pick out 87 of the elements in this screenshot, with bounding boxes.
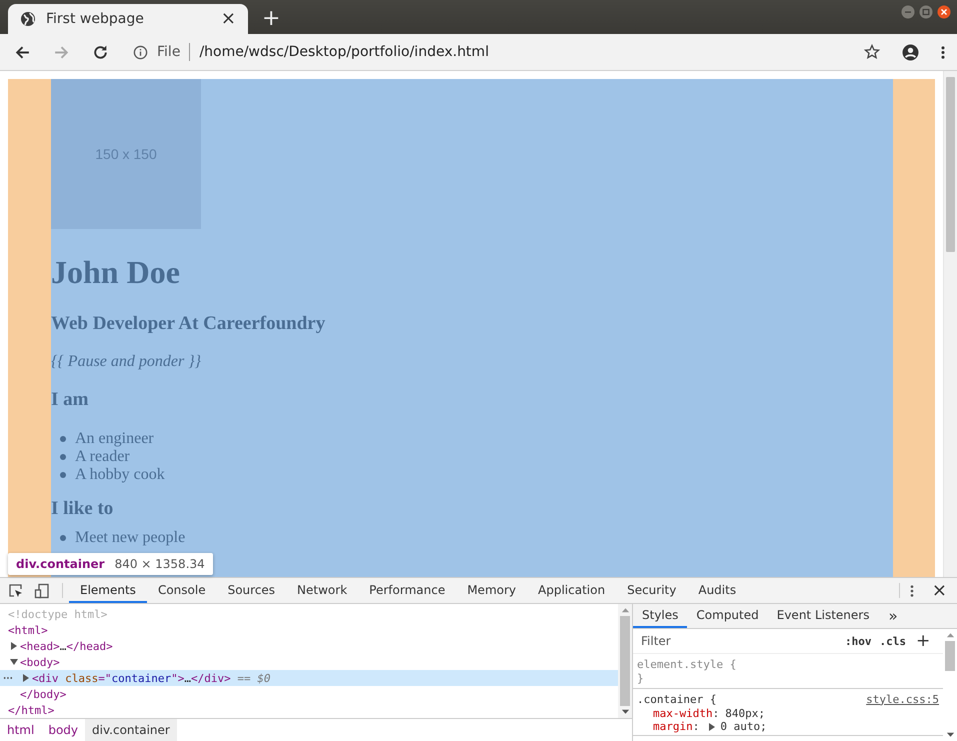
css-colon: : bbox=[692, 720, 700, 733]
back-arrow-icon[interactable] bbox=[14, 44, 31, 60]
closing-brace: } bbox=[637, 672, 645, 686]
dom-node-text: <head>…</head> bbox=[20, 640, 113, 652]
browser-tab[interactable]: First webpage × bbox=[8, 4, 248, 34]
list-item: Meet new people bbox=[75, 529, 186, 547]
styles-tab[interactable]: Styles bbox=[633, 604, 688, 628]
devtools-close-button[interactable]: × bbox=[932, 578, 947, 603]
dom-node-text: <body> bbox=[20, 656, 60, 668]
devtools-tab[interactable]: Memory bbox=[456, 578, 528, 603]
new-tab-button[interactable]: + bbox=[262, 8, 280, 30]
dom-node-text: </body> bbox=[20, 688, 66, 700]
css-colon: : bbox=[712, 707, 720, 720]
tab-title: First webpage bbox=[46, 11, 145, 27]
breadcrumb[interactable]: div.container bbox=[85, 719, 177, 741]
css-selector: .container { bbox=[637, 692, 718, 706]
class-button[interactable]: .cls bbox=[880, 634, 906, 648]
scrollbar-thumb[interactable] bbox=[620, 616, 630, 706]
dom-node[interactable]: </body> bbox=[0, 686, 618, 702]
more-tabs-button[interactable]: » bbox=[878, 604, 908, 628]
scrollbar[interactable] bbox=[943, 71, 957, 577]
styles-tab[interactable]: Computed bbox=[687, 604, 768, 628]
list-item: A reader bbox=[75, 448, 130, 466]
list-item: A hobby cook bbox=[75, 466, 165, 484]
scrollbar-thumb[interactable] bbox=[945, 641, 955, 671]
scroll-up-icon[interactable] bbox=[620, 607, 630, 613]
info-icon bbox=[133, 44, 148, 60]
expand-arrow-icon[interactable] bbox=[709, 722, 716, 730]
scroll-down-icon[interactable] bbox=[620, 709, 630, 715]
css-property: max-width bbox=[653, 707, 713, 720]
inspect-icon[interactable] bbox=[8, 582, 24, 598]
dom-node[interactable]: <div class="container">…</div> == $0 bbox=[0, 670, 618, 686]
tab-close-button[interactable]: × bbox=[220, 10, 236, 28]
tagline-text: {{ Pause and ponder }} bbox=[51, 353, 202, 371]
devtools-tab[interactable]: Elements bbox=[69, 578, 147, 603]
scrollbar[interactable] bbox=[618, 604, 632, 718]
star-icon[interactable] bbox=[864, 44, 880, 60]
breadcrumb[interactable]: body bbox=[41, 719, 86, 741]
more-options-icon[interactable] bbox=[910, 584, 914, 598]
bullet-icon bbox=[60, 472, 66, 478]
css-value: 840px; bbox=[725, 707, 765, 720]
dom-node-text: </html> bbox=[8, 704, 54, 716]
device-toggle-icon[interactable] bbox=[34, 582, 50, 598]
file-label: File bbox=[157, 44, 180, 60]
reload-icon[interactable] bbox=[92, 44, 109, 60]
page-heading: John Doe bbox=[51, 253, 181, 291]
hover-state-button[interactable]: :hov bbox=[845, 634, 872, 648]
globe-icon bbox=[20, 11, 36, 27]
css-property: margin bbox=[653, 720, 693, 733]
bullet-icon bbox=[60, 535, 66, 541]
expand-arrow-icon[interactable] bbox=[11, 642, 17, 650]
new-rule-button[interactable]: + bbox=[916, 631, 930, 651]
devtools-tab[interactable]: Performance bbox=[358, 578, 456, 603]
account-icon[interactable] bbox=[902, 44, 919, 60]
dom-node[interactable]: <head>…</head> bbox=[0, 638, 618, 654]
dom-node-text: <div class="container">…</div> == $0 bbox=[32, 672, 270, 684]
source-link[interactable]: style.css:5 bbox=[866, 692, 939, 706]
section-heading: I am bbox=[51, 389, 90, 411]
expand-arrow-icon[interactable] bbox=[23, 674, 29, 682]
page-subheading: Web Developer At Careerfoundry bbox=[51, 313, 326, 335]
devtools-tab[interactable]: Application bbox=[527, 578, 616, 603]
devtools-tab[interactable]: Console bbox=[146, 578, 217, 603]
scroll-up-icon[interactable] bbox=[946, 632, 954, 638]
scroll-down-icon[interactable] bbox=[946, 732, 954, 738]
dom-node[interactable]: <html> bbox=[0, 622, 618, 638]
css-value: 0 auto; bbox=[720, 720, 767, 733]
devtools-tab[interactable]: Audits bbox=[687, 578, 748, 603]
url-text: /home/wdsc/Desktop/portfolio/index.html bbox=[199, 44, 490, 60]
list-item: An engineer bbox=[75, 430, 154, 448]
scrollbar-thumb[interactable] bbox=[946, 77, 955, 252]
css-selector: element.style { bbox=[637, 658, 738, 670]
dom-node-text: <!doctype html> bbox=[8, 608, 108, 620]
menu-icon[interactable] bbox=[941, 44, 945, 60]
dom-node[interactable]: </html> bbox=[0, 702, 618, 718]
bullet-icon bbox=[60, 454, 66, 460]
breadcrumb[interactable]: html bbox=[0, 719, 42, 741]
section-heading: I like to bbox=[51, 498, 114, 520]
devtools-tab[interactable]: Sources bbox=[216, 578, 286, 603]
styles-tab[interactable]: Event Listeners bbox=[768, 604, 878, 628]
minimize-icon[interactable] bbox=[901, 5, 915, 19]
devtools-tab[interactable]: Network bbox=[286, 578, 358, 603]
bullet-icon bbox=[60, 436, 66, 442]
devtools-tab[interactable]: Security bbox=[616, 578, 688, 603]
tooltip-selector: div.container bbox=[16, 556, 105, 572]
close-icon[interactable] bbox=[937, 5, 951, 19]
tooltip-size: 840 × 1358.34 bbox=[114, 556, 205, 572]
dom-node-text: <html> bbox=[8, 624, 48, 636]
